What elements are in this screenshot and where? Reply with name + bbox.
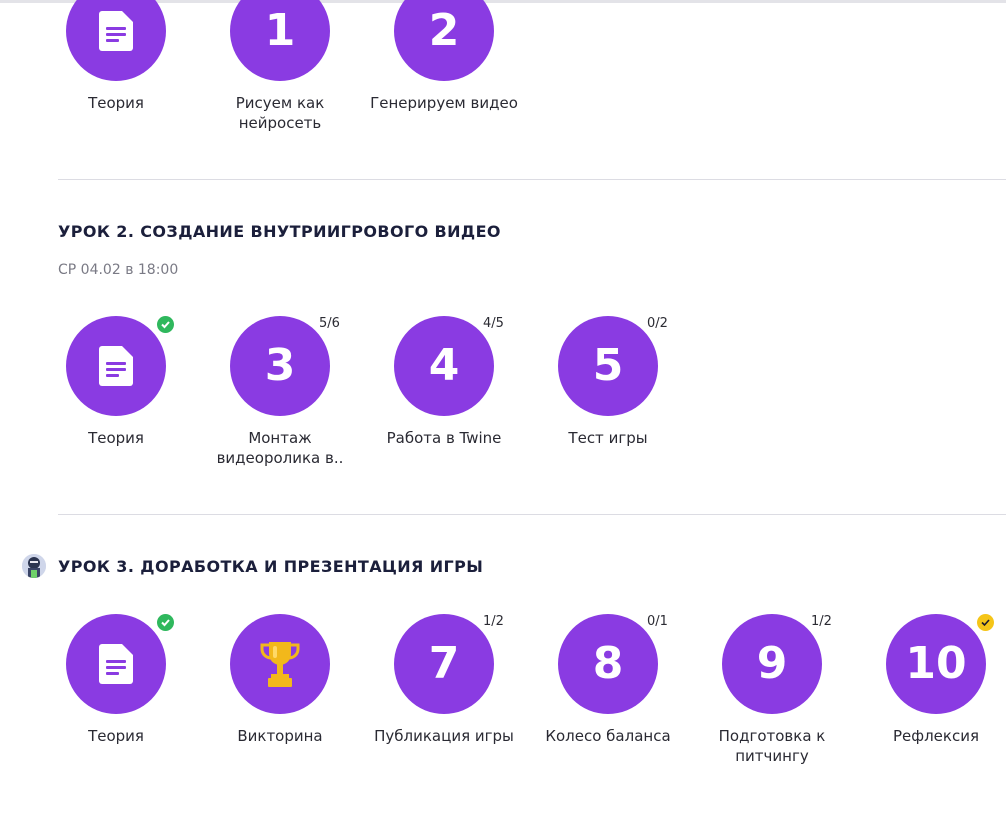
activity-8[interactable]: 8 0/1 Колесо баланса [526,614,690,746]
activity-circle[interactable]: 5 [558,316,658,416]
activity-number: 4 [428,340,460,391]
section-divider [58,514,1006,515]
activity-circle[interactable]: 3 [230,316,330,416]
activity-number: 2 [428,5,460,56]
activity-circle[interactable]: 8 [558,614,658,714]
activity-label: Теория [88,727,144,745]
activity-quiz[interactable]: Викторина [198,614,362,746]
activity-label: Теория [88,429,144,447]
activity-label: Викторина [237,727,323,745]
lesson1-activities: Теория 1 Рисуем как нейросеть 2 Генериру… [58,0,1006,181]
user-avatar-icon [22,554,46,578]
activity-label: Тест игры [568,429,648,447]
progress-counter: 0/2 [647,316,668,331]
avatar[interactable] [22,554,46,578]
progress-counter: 1/2 [483,614,504,629]
lesson3-activities: Теория Викторина 7 1/2 Публикация игры 8… [58,614,1006,814]
activity-label: Колесо баланса [545,727,671,745]
activity-circle[interactable]: 4 [394,316,494,416]
activity-5[interactable]: 5 0/2 Тест игры [526,316,690,448]
activity-3[interactable]: 3 5/6 Монтаж видеоролика в.. [198,316,362,468]
activity-theory-l1[interactable]: Теория [34,0,198,113]
activity-circle[interactable] [230,614,330,714]
lesson3-title: УРОК 3. ДОРАБОТКА И ПРЕЗЕНТАЦИЯ ИГРЫ [58,557,484,576]
activity-label: Теория [88,94,144,112]
activity-10[interactable]: 10 Рефлексия [854,614,1006,746]
activity-number: 8 [592,638,624,689]
activity-circle[interactable] [66,316,174,416]
lesson2-title: УРОК 2. СОЗДАНИЕ ВНУТРИИГРОВОГО ВИДЕО [58,222,501,241]
progress-counter: 5/6 [319,316,340,331]
activity-7[interactable]: 7 1/2 Публикация игры [362,614,526,746]
trophy-icon [260,642,300,687]
activity-theory-l3[interactable]: Теория [34,614,198,746]
activity-number: 3 [264,340,296,391]
review-check-icon [977,614,994,631]
activity-number: 5 [592,340,624,391]
activity-theory-l2[interactable]: Теория [34,316,198,448]
activity-circle[interactable]: 2 [394,0,494,81]
progress-counter: 0/1 [647,614,668,629]
activity-label: Работа в Twine [386,429,502,447]
activity-2[interactable]: 2 Генерируем видео [362,0,526,113]
activity-label: Рисуем как нейросеть [235,94,325,132]
activity-label: Публикация игры [374,727,514,745]
document-icon [99,644,133,684]
activity-9[interactable]: 9 1/2 Подготовка к питчингу [690,614,854,766]
activity-label: Монтаж видеоролика в.. [216,429,344,467]
progress-counter: 1/2 [811,614,832,629]
document-icon [99,11,133,51]
activity-4[interactable]: 4 4/5 Работа в Twine [362,316,526,448]
lesson2-activities: Теория 3 5/6 Монтаж видеоролика в.. 4 4/… [58,316,1006,516]
document-icon [99,346,133,386]
activity-circle[interactable]: 10 [886,614,994,714]
completed-check-icon [157,614,174,631]
activity-label: Рефлексия [893,727,979,745]
activity-circle[interactable]: 1 [230,0,330,81]
activity-label: Генерируем видео [370,94,518,112]
activity-circle[interactable]: 9 [722,614,822,714]
activity-number: 10 [905,638,967,689]
completed-check-icon [157,316,174,333]
activity-label: Подготовка к питчингу [718,727,826,765]
activity-number: 9 [756,638,788,689]
activity-number: 7 [428,638,460,689]
section-divider [58,179,1006,180]
lesson2-date: СР 04.02 в 18:00 [58,262,179,278]
activity-circle[interactable]: 7 [394,614,494,714]
activity-number: 1 [264,5,296,56]
activity-circle[interactable] [66,0,166,81]
activity-circle[interactable] [66,614,174,714]
activity-1[interactable]: 1 Рисуем как нейросеть [198,0,362,133]
progress-counter: 4/5 [483,316,504,331]
